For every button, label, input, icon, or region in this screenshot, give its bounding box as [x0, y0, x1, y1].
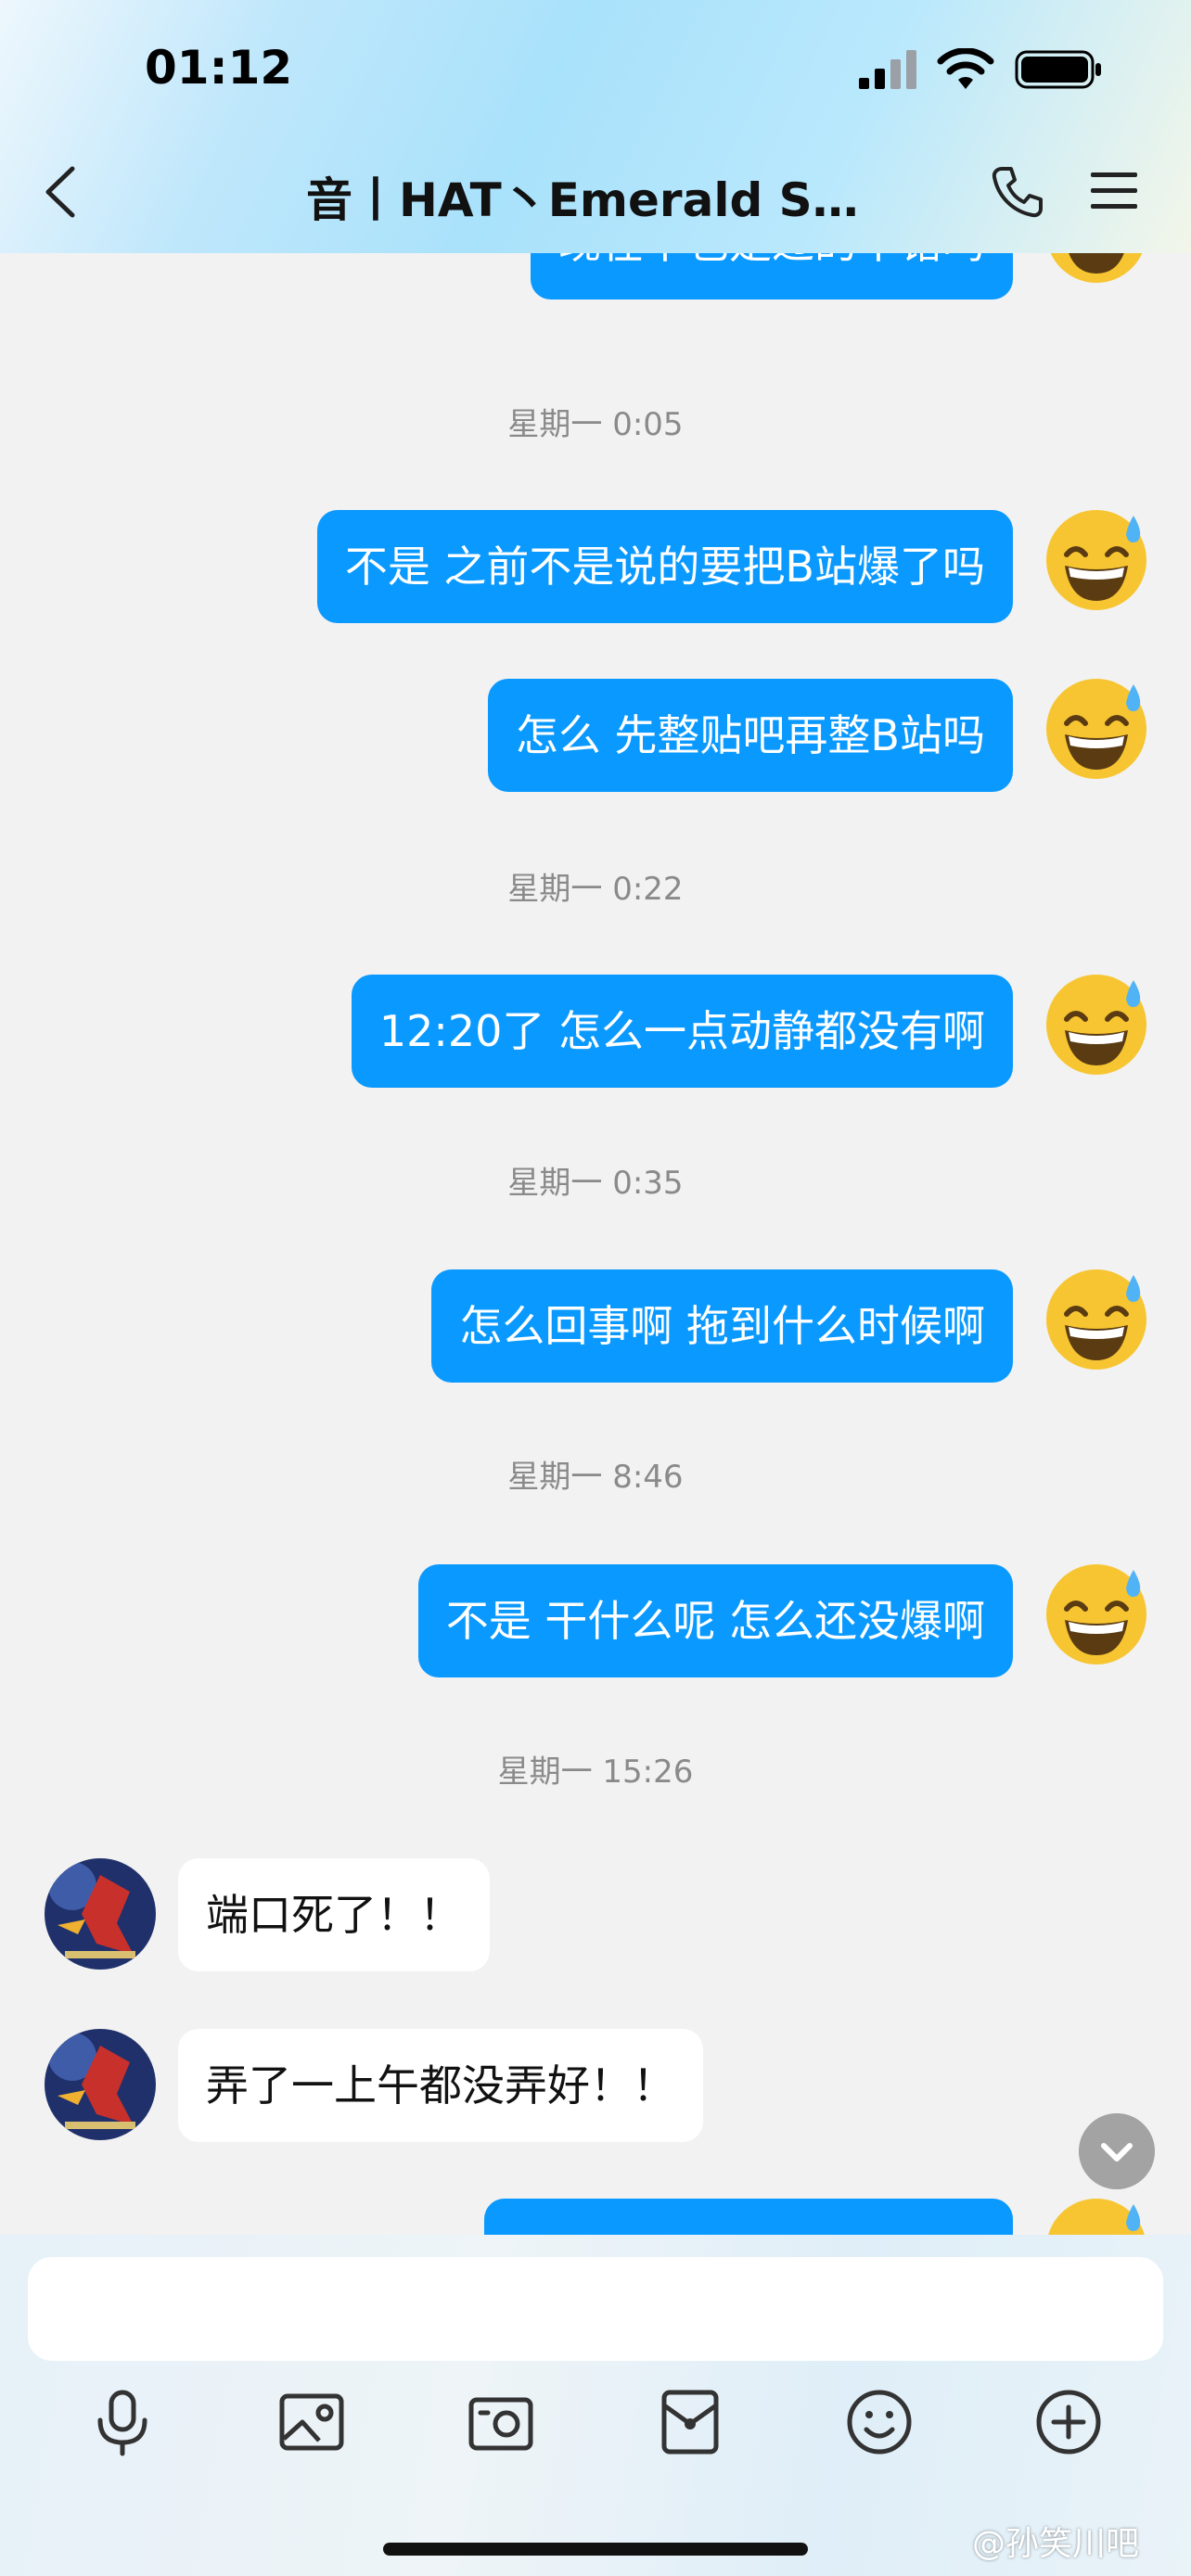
sweat-smile-emoji-icon [1050, 253, 1143, 283]
timestamp: 星期一 15:26 [497, 1753, 694, 1791]
composer: @孙笑川吧 [0, 2235, 1191, 2576]
wifi-icon [937, 48, 994, 89]
conversation-title: 音丨HAT丶Emerald S… [306, 173, 859, 227]
message-outgoing: 不是 干什么呢 怎么还没爆啊 [0, 1561, 1191, 1681]
message-incoming: 端口死了！！ [0, 1855, 1191, 1975]
home-indicator [383, 2543, 808, 2556]
timestamp: 星期一 0:05 [507, 406, 684, 443]
battery-icon [1015, 50, 1101, 89]
message-incoming: 弄了一上午都没弄好！！ [0, 2025, 1191, 2146]
avatar-image [45, 1858, 156, 1970]
message-bubble[interactable] [484, 2199, 1013, 2235]
message-bubble[interactable]: 端口死了！！ [178, 1858, 490, 1971]
message-outgoing: 12:20了 怎么一点动静都没有啊 [0, 971, 1191, 1091]
camera-icon[interactable] [466, 2387, 536, 2457]
menu-icon[interactable] [1089, 169, 1139, 213]
red-packet-icon[interactable] [655, 2387, 725, 2457]
message-bubble[interactable]: 不是 干什么呢 怎么还没爆啊 [417, 1564, 1013, 1677]
emoji-icon[interactable] [844, 2387, 915, 2457]
message-bubble[interactable]: 不是 之前不是说的要把B站爆了吗 [316, 510, 1013, 623]
sweat-smile-emoji-icon [1046, 679, 1146, 779]
sweat-smile-emoji-icon [1046, 1269, 1146, 1370]
microphone-icon[interactable] [87, 2387, 158, 2457]
timestamp: 星期一 0:22 [507, 871, 684, 908]
message-bubble[interactable]: 弄了一上午都没弄好！！ [178, 2029, 703, 2142]
phone-call-icon[interactable] [989, 163, 1046, 221]
status-time: 01:12 [145, 41, 293, 95]
message-outgoing: 现在不也是过的不错吗 [0, 253, 1191, 309]
message-bubble[interactable]: 12:20了 怎么一点动静都没有啊 [351, 975, 1013, 1088]
scroll-to-bottom-button[interactable] [1079, 2113, 1155, 2189]
timestamp: 星期一 8:46 [507, 1459, 684, 1496]
back-chevron-icon[interactable] [37, 163, 83, 221]
message-outgoing-partial [0, 2195, 1191, 2235]
message-outgoing: 怎么回事啊 拖到什么时候啊 [0, 1266, 1191, 1386]
avatar-image [45, 2029, 156, 2140]
sweat-smile-emoji-icon [1048, 2199, 1145, 2235]
sweat-smile-emoji-icon [1046, 975, 1146, 1075]
message-outgoing: 怎么 先整贴吧再整B站吗 [0, 675, 1191, 796]
watermark: @孙笑川吧 [972, 2525, 1140, 2563]
message-input[interactable] [28, 2257, 1163, 2361]
sweat-smile-emoji-icon [1046, 510, 1146, 610]
message-bubble[interactable]: 怎么 先整贴吧再整B站吗 [487, 679, 1013, 792]
chat-header: 01:12 音丨HAT丶Emerald S… [0, 0, 1191, 253]
avatar[interactable] [45, 2029, 156, 2140]
sweat-smile-emoji-icon [1046, 1564, 1146, 1664]
avatar[interactable] [45, 1858, 156, 1970]
cellular-signal-icon [859, 50, 916, 89]
message-list[interactable]: 现在不也是过的不错吗 星期一 0:05 不是 之前不是说的要把B站爆了吗 怎么 … [0, 253, 1191, 2235]
timestamp: 星期一 0:35 [507, 1165, 684, 1202]
message-outgoing: 不是 之前不是说的要把B站爆了吗 [0, 506, 1191, 627]
message-bubble[interactable]: 现在不也是过的不错吗 [531, 253, 1013, 300]
photo-icon[interactable] [276, 2387, 347, 2457]
message-bubble[interactable]: 怎么回事啊 拖到什么时候啊 [431, 1269, 1013, 1383]
plus-icon[interactable] [1033, 2387, 1104, 2457]
